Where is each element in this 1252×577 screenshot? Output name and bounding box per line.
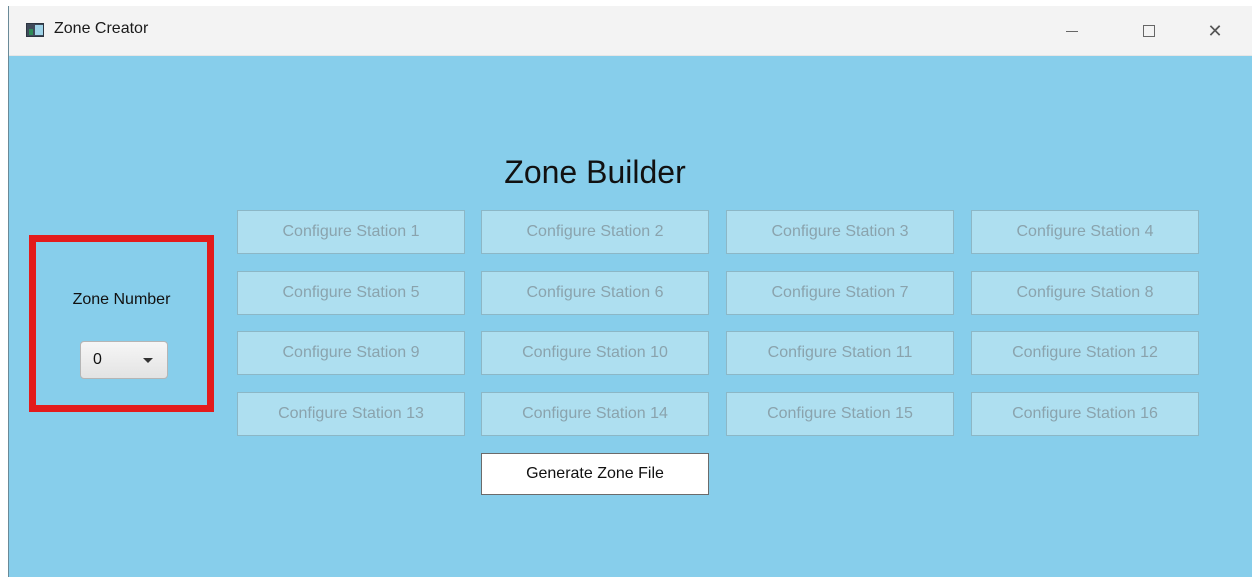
close-icon: ✕	[1207, 20, 1223, 41]
zone-number-panel: Zone Number 0	[29, 235, 214, 412]
configure-station-12-button[interactable]: Configure Station 12	[971, 331, 1199, 375]
zone-number-dropdown[interactable]: 0	[80, 341, 168, 379]
configure-station-14-button[interactable]: Configure Station 14	[481, 392, 709, 436]
configure-station-13-button[interactable]: Configure Station 13	[237, 392, 465, 436]
page-title-text: Zone Builder	[504, 154, 686, 190]
configure-station-5-button[interactable]: Configure Station 5	[237, 271, 465, 315]
maximize-icon	[1143, 25, 1155, 37]
title-bar[interactable]: Zone Creator ✕	[9, 6, 1252, 56]
page-title: Zone Builder	[9, 154, 1181, 191]
configure-station-3-button[interactable]: Configure Station 3	[726, 210, 954, 254]
chevron-down-icon	[143, 358, 153, 363]
generate-zone-file-button[interactable]: Generate Zone File	[481, 453, 709, 495]
minimize-button[interactable]	[1049, 6, 1095, 56]
window-title: Zone Creator	[54, 20, 149, 37]
configure-station-4-button[interactable]: Configure Station 4	[971, 210, 1199, 254]
zone-number-value: 0	[93, 351, 102, 368]
configure-station-16-button[interactable]: Configure Station 16	[971, 392, 1199, 436]
app-window: Zone Creator ✕ Zone Builder Zone Number …	[8, 6, 1252, 577]
configure-station-15-button[interactable]: Configure Station 15	[726, 392, 954, 436]
configure-station-1-button[interactable]: Configure Station 1	[237, 210, 465, 254]
configure-station-10-button[interactable]: Configure Station 10	[481, 331, 709, 375]
maximize-button[interactable]	[1126, 6, 1172, 56]
configure-station-9-button[interactable]: Configure Station 9	[237, 331, 465, 375]
configure-station-2-button[interactable]: Configure Station 2	[481, 210, 709, 254]
minimize-icon	[1066, 30, 1078, 32]
configure-station-6-button[interactable]: Configure Station 6	[481, 271, 709, 315]
zone-number-label: Zone Number	[72, 291, 171, 308]
configure-station-8-button[interactable]: Configure Station 8	[971, 271, 1199, 315]
configure-station-11-button[interactable]: Configure Station 11	[726, 331, 954, 375]
configure-station-7-button[interactable]: Configure Station 7	[726, 271, 954, 315]
app-icon	[26, 23, 44, 37]
close-button[interactable]: ✕	[1192, 6, 1238, 56]
